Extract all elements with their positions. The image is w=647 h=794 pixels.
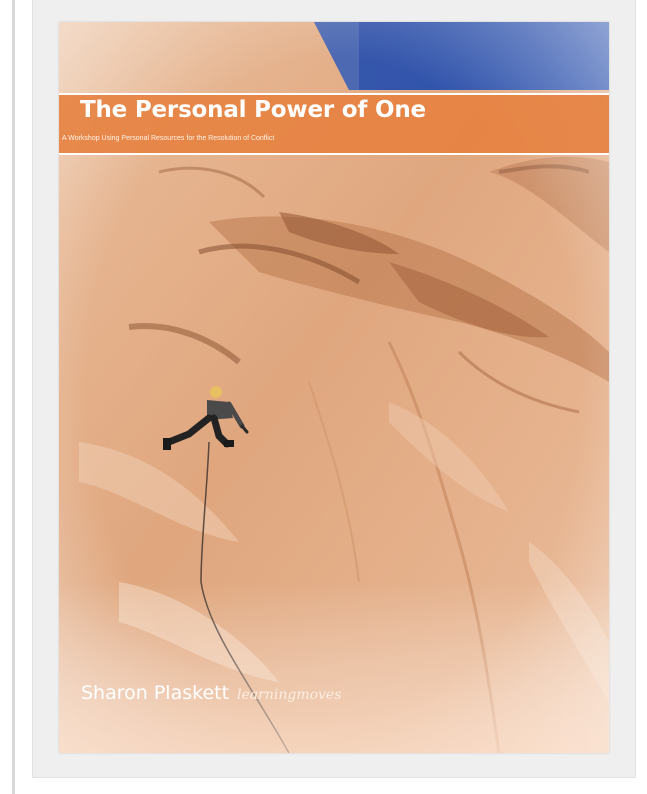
author-name: Sharon Plaskett (81, 682, 230, 704)
title-band: The Personal Power of One A Workshop Usi… (59, 93, 609, 155)
page: The Personal Power of One A Workshop Usi… (0, 0, 647, 794)
cover-subtitle: A Workshop Using Personal Resources for … (62, 135, 275, 142)
page-left-rule (12, 0, 15, 794)
book-cover: The Personal Power of One A Workshop Usi… (59, 22, 609, 753)
cover-title: The Personal Power of One (80, 97, 426, 123)
author-line: Sharon Plaskett learningmoves (81, 682, 341, 704)
brand-logo-text: learningmoves (237, 687, 342, 703)
